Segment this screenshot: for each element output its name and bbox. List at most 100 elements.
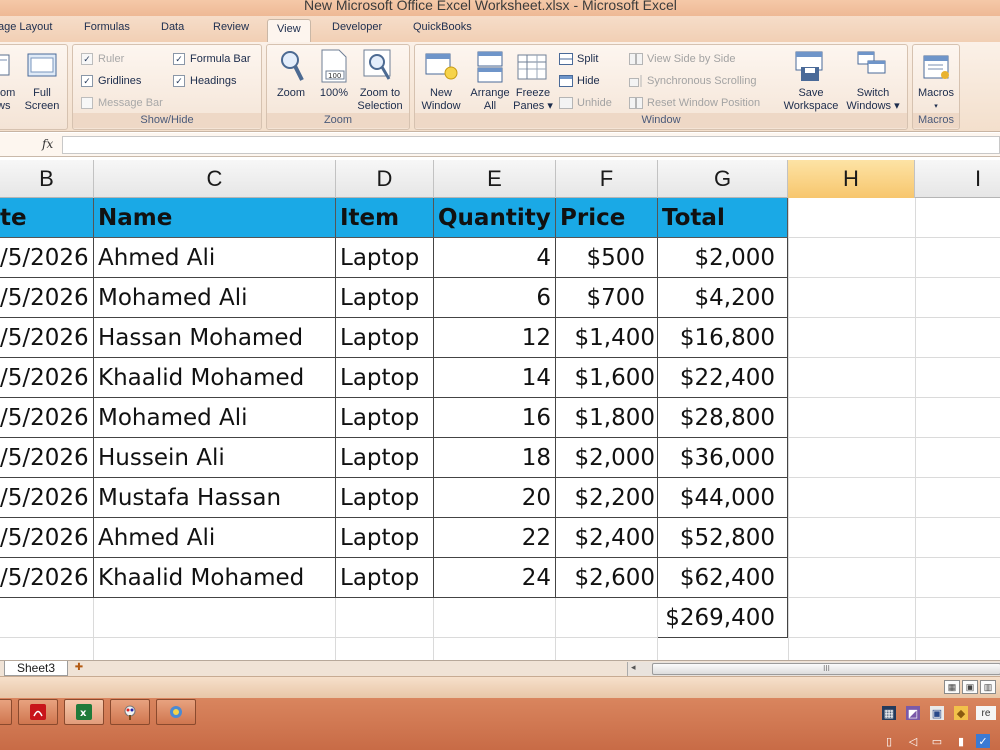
cell-name[interactable]: Khaalid Mohamed	[94, 558, 336, 598]
cell-price[interactable]: $2,200	[556, 478, 658, 518]
cell-item[interactable]: Laptop	[336, 358, 434, 398]
tab-data[interactable]: Data	[161, 21, 184, 33]
new-window-button[interactable]: New Window	[417, 87, 465, 113]
cell-item[interactable]: Laptop	[336, 278, 434, 318]
macros-button[interactable]: Macros ▾	[913, 87, 959, 113]
fx-icon[interactable]: fx	[42, 137, 53, 151]
cell-item[interactable]: Laptop	[336, 438, 434, 478]
column-header-i[interactable]: I	[915, 160, 1000, 198]
cell-name[interactable]: Khaalid Mohamed	[94, 358, 336, 398]
column-header-c[interactable]: C	[94, 160, 336, 198]
cell-total[interactable]: $22,400	[658, 358, 788, 398]
cell-quantity[interactable]: 6	[434, 278, 556, 318]
cell-name[interactable]: Mohamed Ali	[94, 398, 336, 438]
header-cell-price[interactable]: Price	[556, 198, 658, 238]
arrange-all-button[interactable]: Arrange All	[467, 87, 513, 113]
switch-windows-button[interactable]: Switch Windows ▾	[843, 87, 903, 113]
ruler-checkbox[interactable]: ✓ Ruler	[81, 53, 124, 65]
formula-bar-checkbox[interactable]: ✓ Formula Bar	[173, 53, 251, 65]
cell-price[interactable]: $500	[556, 238, 658, 278]
taskbar-button[interactable]	[0, 699, 12, 725]
cell-item[interactable]: Laptop	[336, 478, 434, 518]
tab-quickbooks[interactable]: QuickBooks	[413, 21, 472, 33]
cell-item[interactable]: Laptop	[336, 318, 434, 358]
cell-date[interactable]: /5/2026	[0, 558, 94, 598]
tray-display-icon[interactable]: ▭	[930, 734, 944, 748]
header-cell-quantity[interactable]: Quantity	[434, 198, 556, 238]
formula-input[interactable]	[62, 136, 1000, 154]
cell-quantity[interactable]: 4	[434, 238, 556, 278]
reset-window-position-button[interactable]: Reset Window Position	[629, 97, 760, 109]
cell-price[interactable]: $2,600	[556, 558, 658, 598]
tray-monitor-icon[interactable]: ▣	[930, 706, 944, 720]
tab-review[interactable]: Review	[213, 21, 249, 33]
cell-price[interactable]: $1,600	[556, 358, 658, 398]
cell-item[interactable]: Laptop	[336, 398, 434, 438]
custom-views-button[interactable]: tom ws	[0, 87, 17, 113]
tray-update-icon[interactable]: ✓	[976, 734, 990, 748]
zoom-to-selection-button[interactable]: Zoom to Selection	[355, 87, 405, 113]
cell-name[interactable]: Mohamed Ali	[94, 278, 336, 318]
cell-total[interactable]: $28,800	[658, 398, 788, 438]
gridlines-checkbox[interactable]: ✓ Gridlines	[81, 75, 141, 87]
cell-price[interactable]: $2,000	[556, 438, 658, 478]
cell-price[interactable]: $1,400	[556, 318, 658, 358]
unhide-button[interactable]: Unhide	[559, 97, 612, 109]
insert-sheet-icon[interactable]: ✚	[70, 662, 88, 675]
header-cell-item[interactable]: Item	[336, 198, 434, 238]
sheet-tab-sheet3[interactable]: Sheet3	[4, 661, 69, 676]
taskbar-app-button[interactable]	[156, 699, 196, 725]
cell-name[interactable]: Mustafa Hassan	[94, 478, 336, 518]
horizontal-scrollbar[interactable]: ◂ III	[627, 662, 1000, 676]
cell-quantity[interactable]: 12	[434, 318, 556, 358]
cell-price[interactable]: $2,400	[556, 518, 658, 558]
cell-quantity[interactable]: 22	[434, 518, 556, 558]
tab-page-layout[interactable]: age Layout	[0, 21, 52, 33]
message-bar-checkbox[interactable]: Message Bar	[81, 97, 163, 109]
tab-developer[interactable]: Developer	[332, 21, 382, 33]
cell-date[interactable]: /5/2026	[0, 478, 94, 518]
cell-quantity[interactable]: 16	[434, 398, 556, 438]
tab-formulas[interactable]: Formulas	[84, 21, 130, 33]
cell-name[interactable]: Hassan Mohamed	[94, 318, 336, 358]
cell-date[interactable]: /5/2026	[0, 238, 94, 278]
cell-quantity[interactable]: 20	[434, 478, 556, 518]
cell-item[interactable]: Laptop	[336, 518, 434, 558]
cell-total[interactable]: $62,400	[658, 558, 788, 598]
cell-date[interactable]: /5/2026	[0, 438, 94, 478]
header-cell-name[interactable]: Name	[94, 198, 336, 238]
cell-total[interactable]: $52,800	[658, 518, 788, 558]
cell-name[interactable]: Hussein Ali	[94, 438, 336, 478]
zoom-button[interactable]: Zoom	[271, 87, 311, 100]
cell-quantity[interactable]: 14	[434, 358, 556, 398]
view-side-by-side-button[interactable]: View Side by Side	[629, 53, 735, 65]
cell-total[interactable]: $36,000	[658, 438, 788, 478]
normal-view-icon[interactable]: ▦	[944, 680, 960, 694]
cell-date[interactable]: /5/2026	[0, 318, 94, 358]
cell-date[interactable]: /5/2026	[0, 398, 94, 438]
column-header-e[interactable]: E	[434, 160, 556, 198]
column-header-f[interactable]: F	[556, 160, 658, 198]
cell-name[interactable]: Ahmed Ali	[94, 518, 336, 558]
cell-total[interactable]: $4,200	[658, 278, 788, 318]
save-workspace-button[interactable]: Save Workspace	[781, 87, 841, 113]
tray-app-icon[interactable]: ◩	[906, 706, 920, 720]
tray-volume-icon[interactable]: ◁	[906, 734, 920, 748]
freeze-panes-button[interactable]: Freeze Panes ▾	[511, 87, 555, 113]
cell-date[interactable]: /5/2026	[0, 518, 94, 558]
grand-total-cell[interactable]: $269,400	[658, 598, 788, 638]
cell-quantity[interactable]: 24	[434, 558, 556, 598]
taskbar-excel-button[interactable]: x	[64, 699, 104, 725]
tray-language-icon[interactable]: re	[976, 706, 996, 720]
cell-price[interactable]: $1,800	[556, 398, 658, 438]
scroll-left-icon[interactable]: ◂	[631, 662, 636, 673]
tray-network-icon[interactable]: ▦	[882, 706, 896, 720]
synchronous-scrolling-button[interactable]: Synchronous Scrolling	[629, 75, 756, 87]
hide-button[interactable]: Hide	[559, 75, 600, 87]
header-cell-date[interactable]: te	[0, 198, 94, 238]
cell-date[interactable]: /5/2026	[0, 278, 94, 318]
column-header-h[interactable]: H	[788, 160, 915, 198]
split-button[interactable]: Split	[559, 53, 598, 65]
cell-date[interactable]: /5/2026	[0, 358, 94, 398]
taskbar-paint-button[interactable]	[110, 699, 150, 725]
